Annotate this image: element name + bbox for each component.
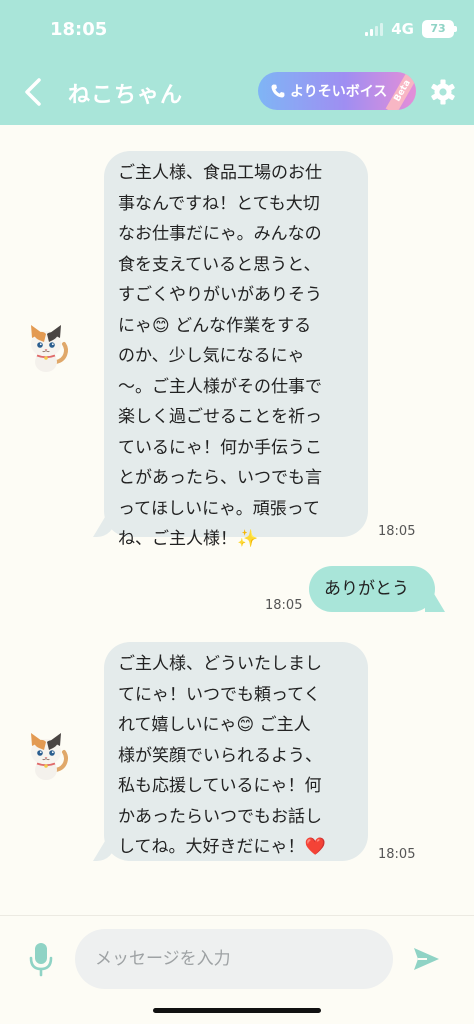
beta-badge: Beta [385,72,416,110]
message-input[interactable] [75,929,393,989]
message-timestamp: 18:05 [378,524,416,539]
phone-icon [271,84,285,98]
send-icon[interactable] [411,944,441,974]
chat-title: ねこちゃん [68,83,184,108]
network-label: 4G [391,20,414,38]
message-timestamp: 18:05 [378,847,416,862]
home-indicator [153,1008,321,1013]
message-timestamp: 18:05 [265,598,303,613]
cat-avatar-icon [31,733,68,780]
battery-icon: 73 [422,20,457,38]
microphone-icon[interactable] [27,941,55,977]
voice-button-label: よりそいボイス [290,84,388,100]
cat-message-bubble: ご主人様、どういたしまし てにゃ！いつでも頼ってく れて嬉しいにゃ😊 ご主人 様… [104,642,368,861]
user-message-bubble: ありがとう [309,566,435,612]
cat-avatar-icon [31,325,68,372]
back-chevron-icon[interactable] [20,74,48,110]
status-time: 18:05 [50,19,108,40]
signal-icon [365,22,384,36]
cat-message-bubble: ご主人様、食品工場のお仕 事なんですね！とても大切 なお仕事だにゃ。みんなの 食… [104,151,368,549]
status-indicators: 4G 73 [365,20,457,38]
voice-feature-button[interactable]: よりそいボイス Beta [258,72,416,110]
gear-icon[interactable] [430,79,456,105]
app-header: 18:05 4G 73 ねこちゃん よりそいボイス Beta [0,0,474,125]
